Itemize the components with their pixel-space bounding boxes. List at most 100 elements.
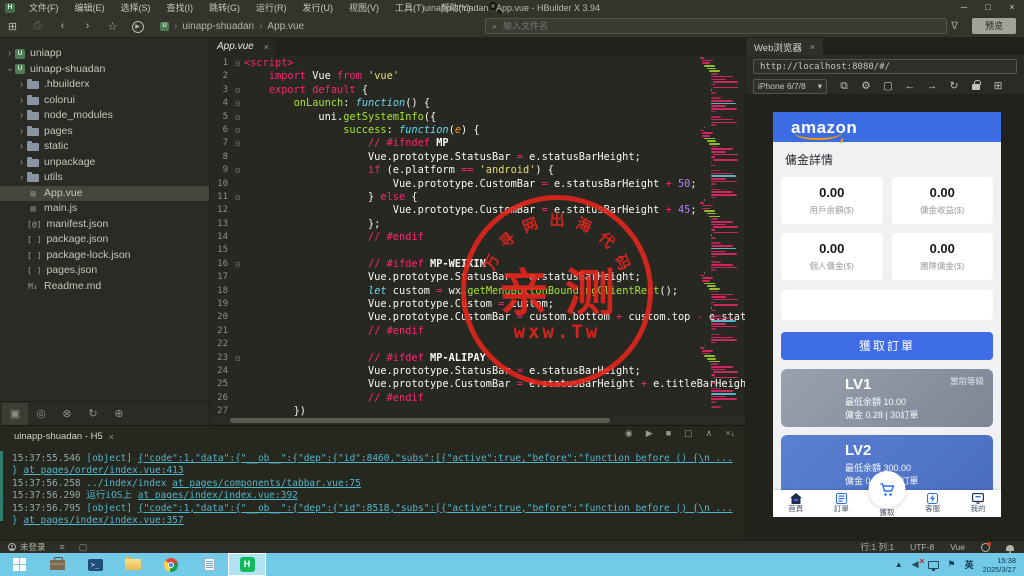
tree-item-uniapp[interactable]: ›Uuniapp [0,46,209,62]
filter-funnel-icon[interactable]: ∇ [951,21,958,32]
tree-item-package-lock.json[interactable]: [ ]package-lock.json [0,248,209,264]
start-button[interactable] [0,553,38,576]
debug-icon[interactable]: ⊗ [54,403,80,425]
scrollbar-thumb[interactable] [230,418,610,423]
file-tree[interactable]: ›Uuniapp›Uuinapp-shuadan›.hbuilderx›colo… [0,38,209,294]
back-icon[interactable]: ‹ [50,20,75,32]
language-mode[interactable]: Vue [950,542,965,552]
taskbar-server-manager[interactable] [38,553,76,576]
clear-console-icon[interactable]: ×↓ [725,428,735,439]
tree-item-utils[interactable]: ›utils [0,170,209,186]
stop-icon[interactable]: ■ [666,428,671,439]
breadcrumb-file[interactable]: App.vue [267,21,304,32]
browser-tab-close-icon[interactable]: × [810,42,815,52]
tab-web-browser[interactable]: Web浏览器 × [746,38,823,55]
forward-icon[interactable]: › [75,20,100,32]
breadcrumb-project[interactable]: uinapp-shuadan [182,21,254,32]
menu-item-帮助(Y)[interactable]: 帮助(Y) [433,1,479,14]
nav-orders[interactable]: 訂單 [819,490,865,517]
taskbar-file-explorer[interactable] [114,553,152,576]
get-order-button[interactable]: 獲取訂單 [781,332,993,360]
tab-app-vue[interactable]: App.vue × [210,38,276,55]
menu-item-工具(T)[interactable]: 工具(T) [387,1,433,14]
cart-circle[interactable] [868,471,905,508]
taskbar-powershell[interactable]: >_ [76,553,114,576]
nav-forward-icon[interactable]: → [921,80,943,93]
input-language[interactable]: 英 [965,558,974,571]
horizontal-scrollbar[interactable] [210,417,745,424]
taskbar-hbuilderx[interactable]: H [228,553,266,576]
tree-item-node_modules[interactable]: ›node_modules [0,108,209,124]
menu-item-查找(I)[interactable]: 查找(I) [159,1,202,14]
debug-config-icon[interactable]: ◉ [625,428,633,439]
console-link[interactable]: {"code":1,"data":{"__ob__":{"dep":{"id":… [138,503,733,514]
history-clock-icon[interactable] [981,543,990,552]
nav-home[interactable]: 首頁 [773,490,819,517]
menu-item-发行(U)[interactable]: 发行(U) [295,1,342,14]
minimize-button[interactable]: ─ [952,0,976,15]
tab-close-icon[interactable]: × [264,42,269,52]
devtools-console-icon[interactable]: ▢ [877,80,899,93]
login-status[interactable]: 未登录 [20,541,46,553]
nav-get-orders[interactable]: 獲取 [864,490,910,517]
refresh-icon[interactable]: ↻ [943,80,965,93]
editor[interactable]: App.vue × 1⊟<script>2 import Vue from 'v… [210,38,745,425]
search-icon[interactable]: ◎ [28,403,54,425]
nav-profile[interactable]: 我的 [955,490,1001,517]
save-icon[interactable]: ⎙ [25,20,50,33]
clock[interactable]: 15:38 2025/3/27 [983,556,1016,574]
tray-expand-icon[interactable]: ▲ [895,560,903,569]
code-area[interactable]: 1⊟<script>2 import Vue from 'vue'3⊟ expo… [210,55,745,419]
volume-muted-icon[interactable]: ◀ [912,559,919,570]
qrcode-icon[interactable]: ⊞ [987,80,1009,93]
nav-support[interactable]: 客服 [910,490,956,517]
nav-back-icon[interactable]: ← [899,80,921,93]
menu-item-跳转(G)[interactable]: 跳转(G) [201,1,248,14]
notification-bell-icon[interactable] [1006,545,1014,551]
sync-icon[interactable]: ↻ [80,403,106,425]
tree-item-colorui[interactable]: ›colorui [0,93,209,109]
restart-icon[interactable]: ▶ [646,428,653,439]
encoding[interactable]: UTF-8 [910,542,934,552]
menu-item-文件(F)[interactable]: 文件(F) [21,1,67,14]
menu-item-运行(R)[interactable]: 运行(R) [248,1,295,14]
run-icon[interactable]: ▶ [125,19,150,33]
collapse-panel-icon[interactable]: ∧ [706,428,713,439]
console-log[interactable]: 15:37:55.546 [object] {"code":1,"data":{… [0,447,745,527]
tree-item-.hbuilderx[interactable]: ›.hbuilderx [0,77,209,93]
action-center-flag-icon[interactable]: ⚑ [948,559,956,570]
url-bar[interactable]: http://localhost:8080/#/ [753,59,1017,74]
new-file-icon[interactable]: ⊞ [0,20,25,33]
tree-item-pages.json[interactable]: [ ]pages.json [0,263,209,279]
outline-list-icon[interactable]: ≡ [60,542,65,552]
network-display-icon[interactable] [928,561,939,569]
terminal-icon[interactable]: ▢ [684,428,693,439]
tree-item-main.js[interactable]: ▤main.js [0,201,209,217]
project-explorer-icon[interactable]: ▣ [2,403,28,425]
favorite-star-icon[interactable]: ☆ [100,20,125,33]
maximize-button[interactable]: □ [976,0,1000,15]
taskbar-chrome[interactable] [152,553,190,576]
tree-item-package.json[interactable]: [ ]package.json [0,232,209,248]
tree-item-static[interactable]: ›static [0,139,209,155]
console-link[interactable]: at pages/order/index.vue:413 [23,465,183,476]
taskbar-notepad[interactable] [190,553,228,576]
minimap[interactable] [700,57,742,409]
console-link[interactable]: at pages/index/index.vue:392 [138,490,298,501]
preview-button[interactable]: 预览 [972,18,1016,34]
console-link[interactable]: at pages/components/tabbar.vue:75 [172,478,361,489]
console-tab[interactable]: uinapp-shuadan - H5 × [14,431,114,442]
menu-item-选择(S)[interactable]: 选择(S) [113,1,159,14]
file-search-input[interactable] [501,20,881,32]
terminal-icon[interactable]: ▢ [79,542,88,553]
web-icon[interactable]: ⊕ [106,403,132,425]
tree-item-uinapp-shuadan[interactable]: ›Uuinapp-shuadan [0,62,209,78]
device-select[interactable]: iPhone 6/7/8▾ [753,79,827,94]
console-link[interactable]: at pages/index/index.vue:357 [23,515,183,526]
tree-item-Readme.md[interactable]: M↓Readme.md [0,279,209,295]
cursor-position[interactable]: 行:1 列:1 [861,541,895,553]
settings-gear-icon[interactable]: ⚙ [855,80,877,93]
close-button[interactable]: × [1000,0,1024,15]
tree-item-pages[interactable]: ›pages [0,124,209,140]
open-external-icon[interactable]: ⧉ [833,80,855,93]
